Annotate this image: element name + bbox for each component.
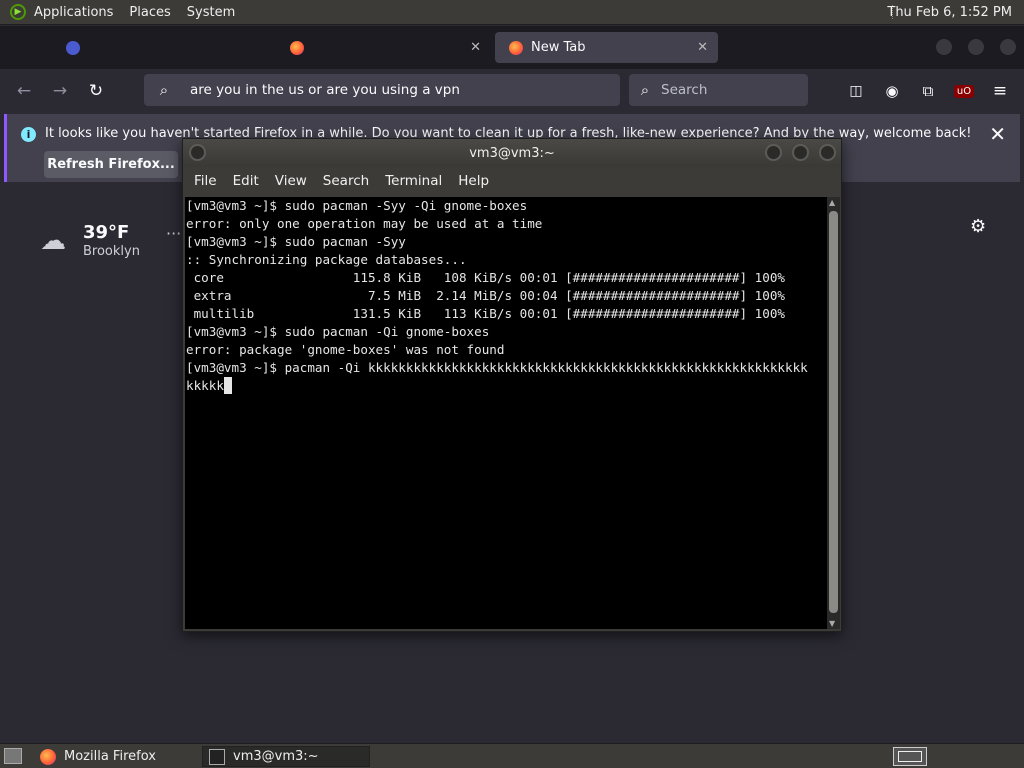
close-tab-icon[interactable]: ✕ (697, 40, 708, 55)
maximize-button[interactable] (792, 144, 809, 161)
terminal-line: extra 7.5 MiB 2.14 MiB/s 00:04 [########… (186, 288, 785, 303)
terminal-scrollbar[interactable]: ▲ ▼ (827, 197, 840, 629)
menu-terminal[interactable]: Terminal (377, 173, 450, 189)
hamburger-menu-icon[interactable]: ≡ (986, 77, 1014, 105)
workspace-window-thumb (898, 751, 922, 762)
show-desktop-icon[interactable] (4, 748, 22, 764)
workspace-switcher[interactable] (893, 747, 927, 766)
scroll-down-icon[interactable]: ▼ (829, 619, 835, 628)
close-tab-icon[interactable]: ✕ (470, 40, 481, 55)
terminal-input-line: kkkkk (186, 377, 827, 395)
distro-logo-icon[interactable]: ▶ (10, 4, 26, 20)
terminal-line: multilib 131.5 KiB 113 KiB/s 00:01 [####… (186, 306, 785, 321)
bottom-panel: Mozilla Firefox vm3@vm3:~ (0, 743, 1024, 768)
search-icon: ⌕ (159, 81, 169, 99)
firefox-icon (40, 748, 56, 765)
terminal-line: [vm3@vm3 ~]$ sudo pacman -Syy (186, 234, 406, 249)
terminal-line: [vm3@vm3 ~]$ sudo pacman -Qi gnome-boxes (186, 324, 490, 339)
back-arrow-icon[interactable]: ← (10, 77, 38, 105)
window-menu-button[interactable] (189, 144, 206, 161)
clock[interactable]: Thu Feb 6, 1:52 PM (887, 0, 1012, 25)
url-bar[interactable]: ⌕ are you in the us or are you using a v… (144, 74, 620, 106)
taskbar-item-firefox[interactable]: Mozilla Firefox (34, 746, 198, 767)
firefox-favicon-icon (290, 40, 304, 55)
menu-view[interactable]: View (267, 173, 315, 189)
close-notification-icon[interactable]: ✕ (989, 122, 1006, 146)
top-panel: ▶ Applications Places System Thu Feb 6, … (0, 0, 1024, 25)
weather-temperature: 39°F (83, 222, 130, 243)
reload-icon[interactable]: ↻ (82, 77, 110, 105)
terminal-title: vm3@vm3:~ (469, 145, 555, 161)
pocket-icon[interactable]: ◫ (842, 77, 870, 105)
account-icon[interactable]: ◉ (878, 77, 906, 105)
gear-icon[interactable]: ⚙ (970, 216, 986, 237)
minimize-button[interactable] (765, 144, 782, 161)
taskbar-item-terminal[interactable]: vm3@vm3:~ (202, 746, 370, 767)
terminal-line: error: only one operation may be used at… (186, 216, 543, 231)
taskbar-item-label: Mozilla Firefox (64, 749, 156, 764)
menu-file[interactable]: File (186, 173, 225, 189)
refresh-firefox-button[interactable]: Refresh Firefox... (44, 151, 178, 178)
applications-menu[interactable]: Applications (26, 0, 121, 25)
nav-bar: ← → ↻ ⌕ are you in the us or are you usi… (0, 69, 1024, 112)
terminal-titlebar[interactable]: vm3@vm3:~ (183, 139, 841, 167)
scroll-up-icon[interactable]: ▲ (829, 198, 835, 207)
terminal-menubar: File Edit View Search Terminal Help (183, 167, 841, 195)
tab-bar: ✕ New Tab ✕ (0, 26, 1024, 69)
terminal-line: core 115.8 KiB 108 KiB/s 00:01 [########… (186, 270, 785, 285)
terminal-icon (209, 748, 225, 765)
menu-search[interactable]: Search (315, 173, 377, 189)
tab-2[interactable]: ✕ (276, 32, 491, 63)
close-button[interactable] (819, 144, 836, 161)
minimize-button[interactable] (936, 39, 952, 55)
maximize-button[interactable] (968, 39, 984, 55)
search-bar[interactable]: ⌕ Search (629, 74, 808, 106)
url-input[interactable]: are you in the us or are you using a vpn (190, 82, 460, 98)
tab-1[interactable] (52, 32, 272, 63)
taskbar-item-label: vm3@vm3:~ (233, 749, 319, 764)
terminal-line: [vm3@vm3 ~]$ pacman -Qi kkkkkkkkkkkkkkkk… (186, 360, 808, 375)
terminal-screen[interactable]: [vm3@vm3 ~]$ sudo pacman -Syy -Qi gnome-… (185, 197, 827, 629)
ublock-origin-icon[interactable]: uO (950, 77, 978, 105)
terminal-line: :: Synchronizing package databases... (186, 252, 467, 267)
scrollbar-thumb[interactable] (829, 211, 838, 613)
menu-help[interactable]: Help (450, 173, 497, 189)
extensions-icon[interactable]: ⧉ (914, 77, 942, 105)
weather-city: Brooklyn (83, 244, 140, 259)
text-cursor (223, 377, 232, 394)
terminal-current-input: kkkkk (186, 378, 224, 393)
weather-more-button[interactable]: ··· (166, 224, 181, 243)
forward-arrow-icon[interactable]: → (46, 77, 74, 105)
terminal-line: [vm3@vm3 ~]$ sudo pacman -Syy -Qi gnome-… (186, 198, 528, 213)
tab-new-tab[interactable]: New Tab ✕ (495, 32, 718, 63)
menu-edit[interactable]: Edit (225, 173, 267, 189)
search-input[interactable]: Search (661, 82, 707, 98)
search-icon: ⌕ (640, 81, 650, 99)
firefox-favicon-icon (509, 40, 523, 55)
close-window-button[interactable] (1000, 39, 1016, 55)
terminal-window: vm3@vm3:~ File Edit View Search Terminal… (182, 138, 842, 632)
info-icon: i (21, 127, 36, 142)
system-menu[interactable]: System (179, 0, 243, 25)
places-menu[interactable]: Places (121, 0, 178, 25)
site-favicon-icon (66, 40, 80, 55)
tab-label: New Tab (531, 40, 586, 55)
terminal-line: error: package 'gnome-boxes' was not fou… (186, 342, 505, 357)
cloud-icon: ☁ (40, 226, 66, 256)
